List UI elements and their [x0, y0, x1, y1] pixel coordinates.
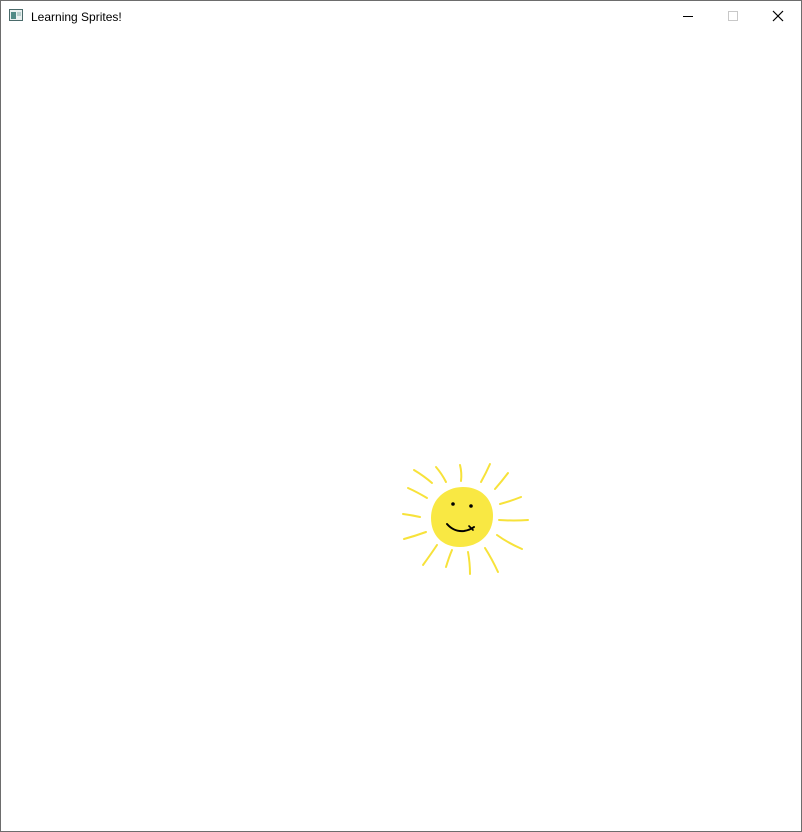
sun-ray: [499, 496, 522, 505]
sun-sprite: [402, 463, 529, 575]
sun-ray: [494, 472, 509, 490]
app-window: Learning Sprites!: [0, 0, 802, 832]
maximize-icon: [728, 11, 738, 21]
close-button[interactable]: [755, 1, 801, 31]
sun-ray: [459, 464, 463, 482]
app-window-icon[interactable]: [9, 9, 23, 21]
minimize-icon: [683, 16, 693, 17]
sun-right-eye: [469, 504, 473, 508]
sun-ray: [422, 544, 438, 566]
minimize-button[interactable]: [665, 1, 711, 31]
sun-ray: [467, 551, 471, 575]
app-icon-pane-right: [17, 12, 21, 16]
sun-face: [431, 487, 493, 547]
app-icon-pane-left: [11, 12, 16, 19]
sun-ray: [413, 469, 433, 484]
sun-ray: [484, 547, 499, 573]
title-bar[interactable]: Learning Sprites!: [1, 1, 801, 31]
sun-ray: [498, 519, 529, 522]
window-title: Learning Sprites!: [31, 10, 122, 24]
sun-ray: [435, 466, 447, 483]
maximize-button[interactable]: [710, 1, 756, 31]
sun-ray: [407, 487, 428, 499]
sun-ray: [402, 513, 421, 518]
close-icon: [772, 10, 784, 22]
game-canvas[interactable]: [1, 31, 801, 831]
sun-ray: [496, 534, 523, 550]
sun-ray: [480, 463, 491, 483]
sun-left-eye: [451, 502, 455, 506]
sun-ray: [403, 531, 427, 540]
sun-ray: [445, 549, 453, 568]
